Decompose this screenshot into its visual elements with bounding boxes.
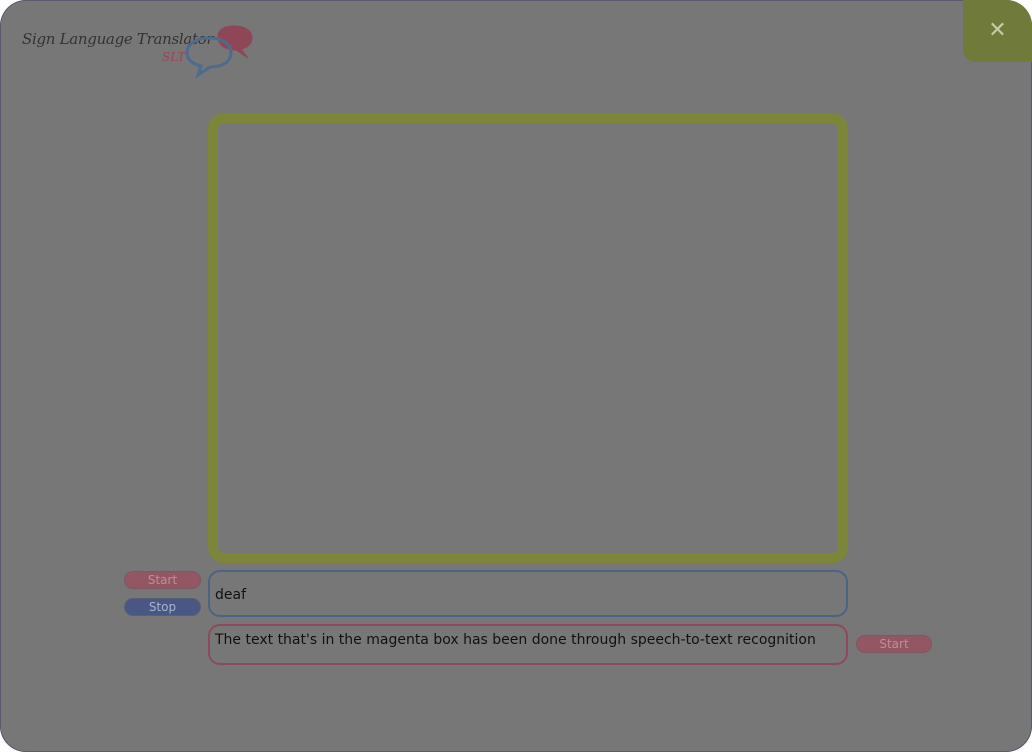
sign-start-button[interactable]: Start (124, 571, 201, 589)
app-window: Sign Language Translator SLT ✕ Start Sto… (0, 0, 1032, 752)
sign-stop-button[interactable]: Stop (124, 598, 201, 616)
speech-to-text-output[interactable]: The text that's in the magenta box has b… (208, 624, 848, 665)
close-icon: ✕ (988, 18, 1007, 43)
sign-translation-output[interactable]: deaf (208, 570, 848, 617)
app-logo: Sign Language Translator SLT (20, 24, 260, 82)
close-button[interactable]: ✕ (963, 0, 1032, 62)
app-abbreviation: SLT (162, 50, 186, 64)
speech-start-button[interactable]: Start (856, 635, 932, 653)
camera-feed-frame (208, 113, 848, 563)
speech-bubbles-icon (185, 25, 253, 78)
